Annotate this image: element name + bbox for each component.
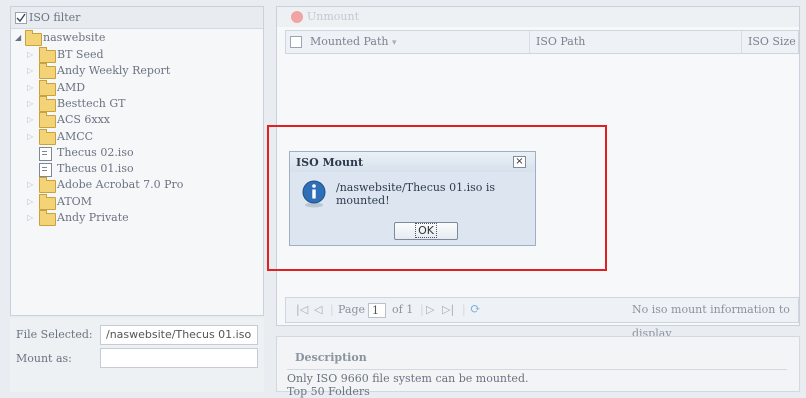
expand-icon[interactable]: ▷ (27, 80, 33, 96)
tree-file-item[interactable]: Thecus 02.iso (27, 145, 247, 161)
iso-file-icon (39, 146, 52, 161)
pager: |◁ ◁ | Page 1 of 1 | ▷ ▷| | ⟳ No iso mou… (285, 297, 799, 340)
select-all-checkbox[interactable] (290, 36, 302, 48)
file-selected-label: File Selected: (16, 328, 93, 341)
tree-item-label: ACS 6xxx (57, 113, 111, 127)
iso-filter-label: ISO filter (29, 11, 81, 24)
expand-icon[interactable]: ▷ (27, 112, 33, 128)
folder-icon (39, 95, 56, 112)
tree-root[interactable]: ◢ naswebsite (15, 30, 215, 46)
mount-as-field[interactable] (100, 348, 258, 368)
expand-icon[interactable]: ▷ (27, 96, 33, 112)
page-count: of 1 (392, 303, 414, 316)
description-title: Description (295, 351, 367, 364)
mount-as-label: Mount as: (16, 352, 72, 365)
description-line-1: Only ISO 9660 file system can be mounted… (287, 372, 529, 385)
last-page-icon[interactable]: ▷| (442, 298, 454, 322)
iso-filter-bar: ISO filter (11, 7, 263, 29)
expand-icon[interactable]: ▷ (27, 210, 33, 226)
column-iso-path[interactable]: ISO Path (530, 31, 742, 53)
mount-form: File Selected: /naswebsite/Thecus 01.iso… (10, 318, 264, 392)
column-iso-size[interactable]: ISO Size (742, 31, 798, 53)
description-panel: Description Only ISO 9660 file system ca… (276, 336, 800, 398)
tree-folder-item[interactable]: ▷ Andy Private (27, 210, 247, 226)
tree-item-label: BT Seed (57, 48, 104, 61)
first-page-icon[interactable]: |◁ (296, 298, 308, 322)
tree-item-label: Thecus 01.iso (57, 162, 134, 176)
page-input[interactable]: 1 (368, 303, 386, 318)
expand-icon[interactable]: ◢ (15, 30, 21, 46)
tree-folder-item[interactable]: ▷ ACS 6xxx (27, 112, 247, 129)
tree-item-label: Andy Weekly Report (57, 64, 171, 78)
expand-icon[interactable]: ▷ (27, 47, 33, 63)
expand-icon[interactable]: ▷ (27, 129, 33, 145)
table-header: Mounted Path ▾ ISO Path ISO Size (285, 30, 799, 54)
folder-icon (39, 63, 56, 80)
unmount-icon (291, 11, 303, 23)
folder-icon (39, 112, 56, 129)
tree-folder-item[interactable]: ▷ AMCC (27, 128, 247, 145)
folder-icon (39, 47, 56, 63)
tree-item-label: ATOM (57, 194, 92, 208)
folder-icon (39, 210, 56, 226)
tree-item-label: Adobe Acrobat 7.0 Pro (57, 178, 184, 192)
folder-tree-panel: ISO filter ◢ naswebsite ▷ BT Seed ▷ Andy We… (10, 6, 264, 316)
column-mounted-path[interactable]: Mounted Path ▾ (304, 31, 530, 53)
expand-icon[interactable]: ▷ (27, 63, 33, 79)
tree-folder-item[interactable]: ▷ Andy Weekly Report (27, 63, 247, 80)
folder-icon (39, 79, 56, 96)
iso-filter-checkbox[interactable] (15, 12, 27, 24)
expand-icon[interactable]: ▷ (27, 194, 33, 210)
tree-item-label: Besttech GT (57, 96, 126, 110)
refresh-icon[interactable]: ⟳ (470, 298, 481, 322)
folder-icon (39, 128, 56, 145)
tree-root-label: naswebsite (43, 31, 106, 44)
expand-icon[interactable]: ▷ (27, 177, 33, 193)
tree-item-label: Thecus 02.iso (57, 145, 134, 159)
tree-folder-item[interactable]: ▷ AMD (27, 79, 247, 96)
sort-icon: ▾ (392, 38, 397, 48)
next-page-icon[interactable]: ▷ (426, 298, 434, 322)
tree-folder-item[interactable]: ▷ Besttech GT (27, 95, 247, 112)
tree-file-item[interactable]: Thecus 01.iso (27, 161, 247, 178)
iso-file-icon (39, 163, 52, 178)
prev-page-icon[interactable]: ◁ (314, 298, 322, 322)
tree-folder-item[interactable]: ▷ Adobe Acrobat 7.0 Pro (27, 177, 247, 194)
highlight-box (267, 125, 607, 271)
check-icon (16, 13, 26, 23)
unmount-button[interactable]: Unmount (307, 10, 359, 23)
toolbar: Unmount (277, 7, 799, 27)
tree-folder-item[interactable]: ▷ ATOM (27, 193, 247, 210)
folder-icon (25, 30, 42, 46)
tree-folder-item[interactable]: ▷ BT Seed (27, 47, 247, 63)
column-mounted-path-label: Mounted Path (310, 35, 389, 48)
tree-item-label: AMD (57, 80, 86, 94)
file-selected-field[interactable]: /naswebsite/Thecus 01.iso (100, 325, 258, 345)
folder-icon (39, 193, 56, 210)
tree-item-label: AMCC (57, 129, 94, 143)
page-label: Page (338, 303, 366, 316)
tree-item-label: Andy Private (57, 211, 129, 224)
folder-icon (39, 177, 56, 194)
